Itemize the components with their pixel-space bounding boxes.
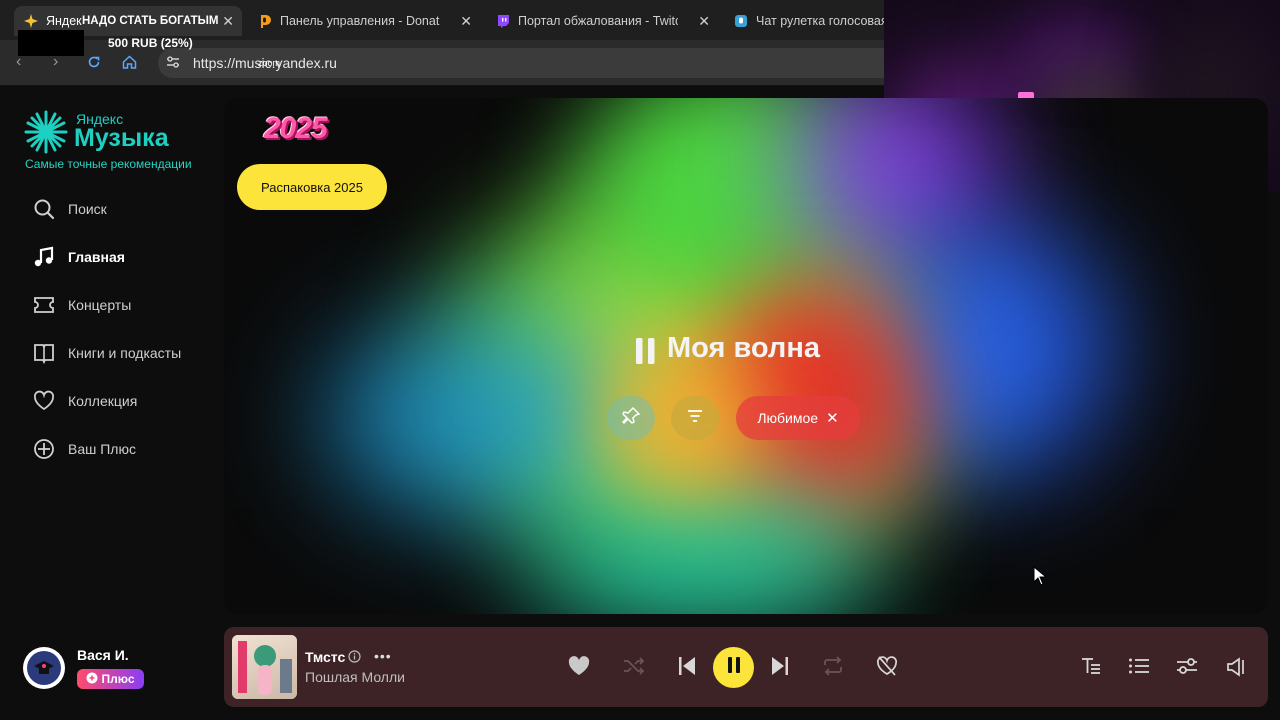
unboxing-2025-button[interactable]: Распаковка 2025 — [237, 164, 387, 210]
plus-logo-icon — [86, 672, 98, 687]
browser-tab-twitch[interactable]: Портал обжалования - Twitch ✕ — [490, 6, 718, 36]
plus-circle-icon — [32, 437, 56, 461]
tab-title: Яндекс Музыка — собираем музыку для вас — [46, 14, 82, 28]
wave-settings-button[interactable] — [671, 396, 719, 440]
home-icon[interactable] — [122, 55, 137, 74]
tab-title: Портал обжалования - Twitch — [518, 14, 678, 28]
twitch-favicon-icon — [496, 14, 510, 28]
track-title[interactable]: Тмстс — [305, 649, 345, 665]
zoom-label: zoom — [258, 58, 281, 68]
sidebar-item-concerts[interactable]: Концерты — [32, 292, 131, 318]
like-button[interactable] — [568, 656, 590, 681]
ticket-icon — [32, 293, 56, 317]
sidebar-item-collection[interactable]: Коллекция — [32, 388, 137, 414]
heart-icon — [32, 389, 56, 413]
favorite-filter-chip[interactable]: Любимое ✕ — [736, 396, 860, 440]
close-tab-icon[interactable]: ✕ — [698, 13, 710, 30]
previous-track-button[interactable] — [678, 656, 696, 681]
site-settings-icon[interactable] — [166, 55, 180, 74]
repeat-icon — [822, 656, 844, 681]
previous-icon — [678, 656, 696, 681]
equalizer-settings-button[interactable] — [1176, 657, 1198, 680]
stream-overlay-text: НАДО СТАТЬ БОГАТЫМ — [82, 15, 219, 27]
lyrics-icon — [1081, 657, 1101, 680]
logo-text-big: Музыка — [74, 124, 169, 152]
close-tab-icon[interactable]: ✕ — [460, 13, 472, 30]
yandex-music-favicon-icon — [24, 14, 38, 28]
next-track-button[interactable] — [771, 656, 789, 681]
sidebar-item-search[interactable]: Поиск — [32, 196, 107, 222]
reload-icon[interactable] — [87, 55, 101, 74]
repeat-button[interactable] — [822, 656, 844, 681]
block-icon — [876, 656, 898, 681]
queue-icon — [1128, 657, 1150, 680]
close-tab-icon[interactable]: ✕ — [222, 13, 234, 30]
yandex-music-logo-icon[interactable] — [24, 110, 68, 159]
pause-wave-icon[interactable] — [635, 338, 657, 369]
shuffle-icon — [623, 657, 645, 680]
sidebar-item-books[interactable]: Книги и подкасты — [32, 340, 181, 366]
sidebar-item-label: Концерты — [68, 297, 132, 313]
donationalerts-favicon-icon — [258, 14, 272, 28]
next-icon — [771, 656, 789, 681]
favorite-chip-label: Любимое — [757, 410, 819, 426]
pin-wave-button[interactable] — [607, 396, 655, 440]
pin-icon — [621, 406, 641, 431]
mouse-cursor-icon — [1033, 565, 1048, 591]
chat-roulette-favicon-icon — [734, 14, 748, 28]
queue-button[interactable] — [1128, 657, 1150, 680]
user-name[interactable]: Вася И. — [77, 647, 129, 663]
filter-icon — [685, 407, 705, 430]
sidebar-item-label: Книги и подкасты — [68, 345, 182, 361]
sidebar-item-label: Главная — [68, 249, 125, 265]
sidebar-item-label: Коллекция — [68, 393, 138, 409]
tab-title: Панель управления - DonationAlerts — [280, 14, 440, 28]
more-options-icon[interactable]: ••• — [374, 648, 392, 664]
heart-filled-icon — [568, 656, 590, 681]
donation-goal-label: 500 RUB (25%) — [108, 36, 193, 50]
music-note-icon — [32, 245, 56, 269]
browser-tab-donationalerts[interactable]: Панель управления - DonationAlerts ✕ — [252, 6, 480, 36]
sidebar-item-label: Ваш Плюс — [68, 441, 136, 457]
pause-button[interactable] — [713, 647, 754, 688]
tab-title: Чат рулетка голосовая — [756, 14, 884, 28]
sliders-icon — [1176, 657, 1198, 680]
sidebar-item-home[interactable]: Главная — [32, 244, 125, 270]
dislike-button[interactable] — [876, 656, 898, 681]
pause-icon — [727, 657, 741, 678]
avatar[interactable] — [23, 647, 65, 689]
explicit-info-icon[interactable] — [348, 650, 361, 668]
my-wave-title[interactable]: Моя волна — [667, 332, 820, 365]
sidebar-item-plus[interactable]: Ваш Плюс — [32, 436, 136, 462]
sidebar-item-label: Поиск — [68, 201, 107, 217]
year-badge[interactable]: 2025 — [264, 112, 328, 146]
track-artist[interactable]: Пошлая Молли — [305, 669, 405, 685]
search-icon — [32, 197, 56, 221]
album-cover[interactable] — [232, 635, 297, 699]
plus-badge-label: Плюс — [101, 672, 135, 686]
logo-tagline: Самые точные рекомендации — [25, 157, 192, 171]
book-icon — [32, 341, 56, 365]
shuffle-button[interactable] — [623, 657, 645, 680]
remove-chip-icon[interactable]: ✕ — [826, 409, 839, 427]
lyrics-button[interactable] — [1081, 657, 1101, 680]
volume-button[interactable] — [1226, 657, 1246, 682]
stream-overlay-box — [18, 30, 84, 56]
plus-badge[interactable]: Плюс — [77, 669, 144, 689]
browser-tab-chat-roulette[interactable]: Чат рулетка голосовая — [728, 6, 884, 36]
volume-icon — [1226, 657, 1246, 682]
